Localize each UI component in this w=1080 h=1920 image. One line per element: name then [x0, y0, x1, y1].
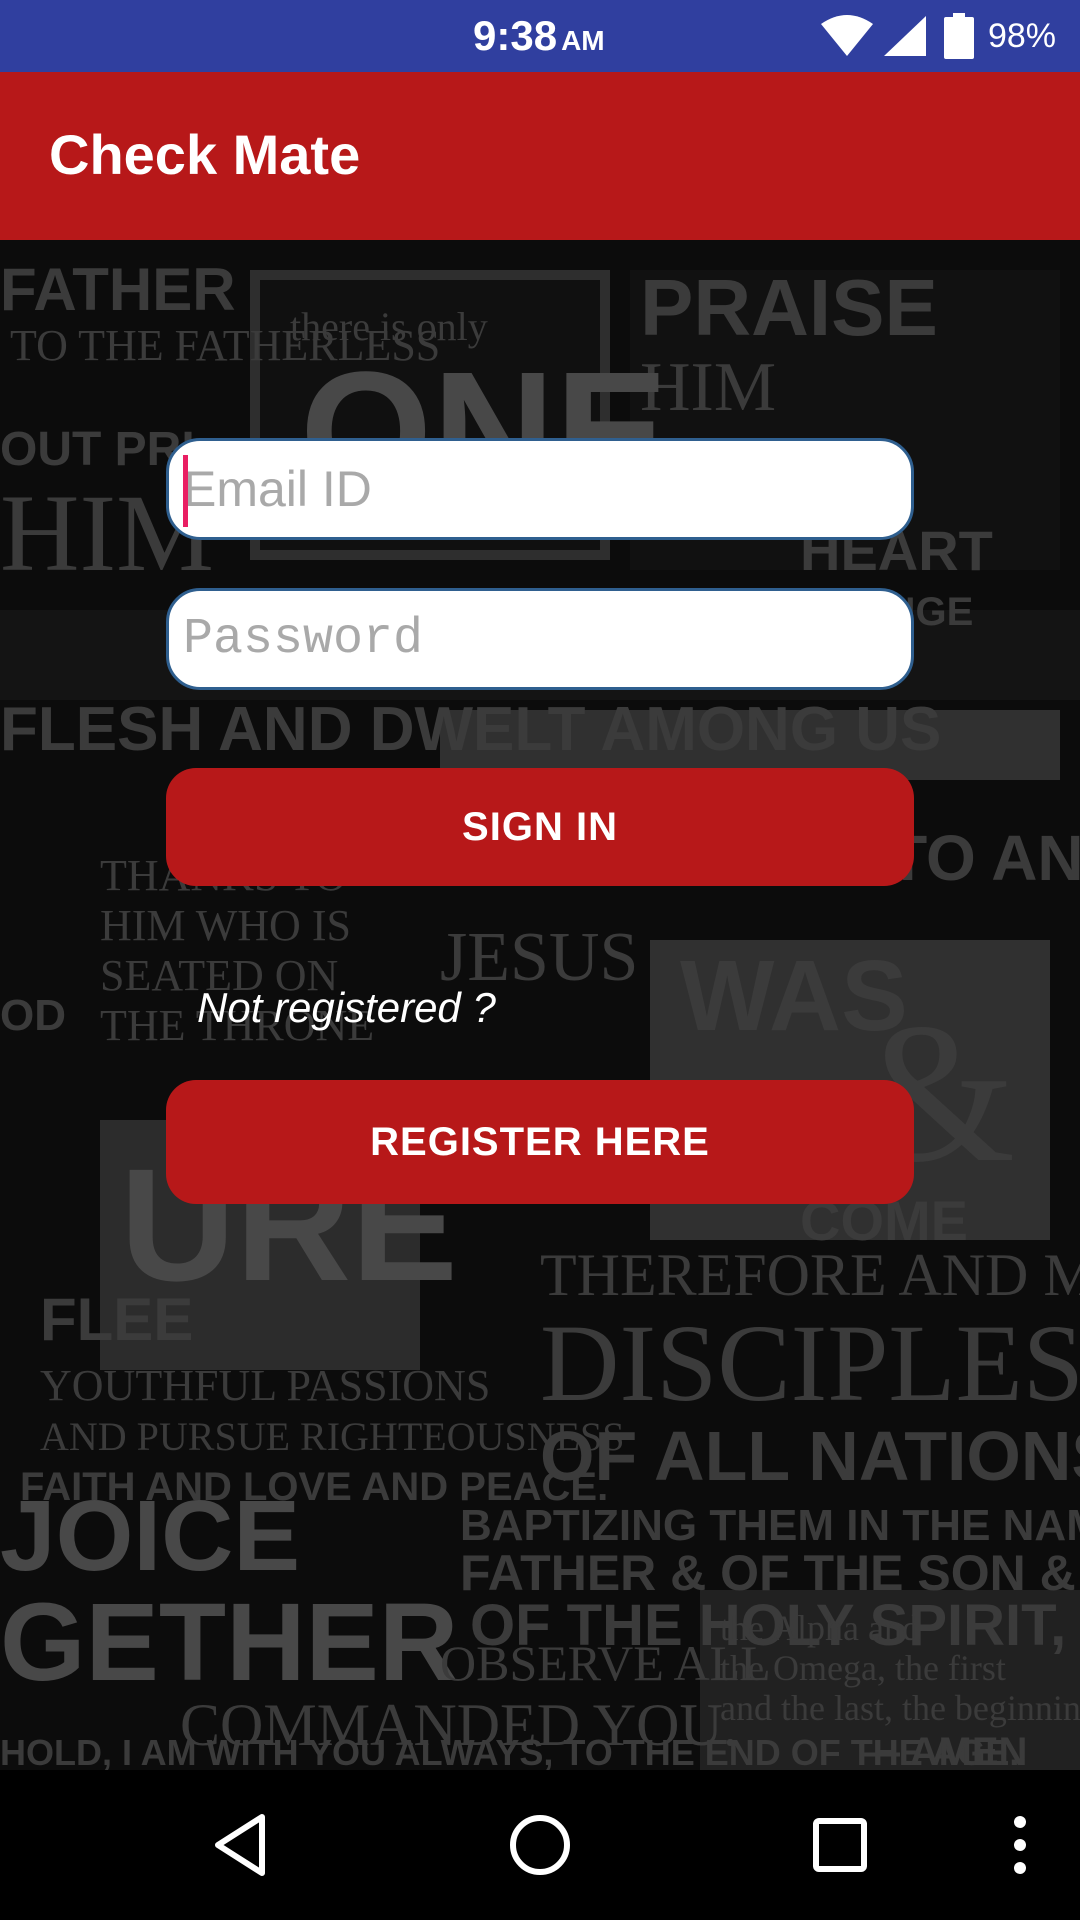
password-field[interactable]	[166, 588, 914, 690]
status-time-ampm: AM	[561, 25, 605, 56]
wifi-icon	[820, 15, 873, 56]
back-icon	[215, 1814, 265, 1876]
more-button[interactable]	[1000, 1770, 1040, 1920]
text-cursor	[183, 455, 188, 527]
home-button[interactable]	[490, 1770, 590, 1920]
back-button[interactable]	[190, 1770, 290, 1920]
email-field[interactable]	[166, 438, 914, 540]
app-bar: Check Mate	[0, 72, 1080, 240]
status-icons: 98%	[820, 13, 1056, 59]
recents-icon	[813, 1818, 867, 1872]
battery-icon	[943, 13, 974, 59]
home-icon	[510, 1815, 570, 1875]
navigation-bar	[0, 1770, 1080, 1920]
battery-percent: 98%	[987, 16, 1056, 55]
sign-in-button[interactable]: SIGN IN	[166, 768, 914, 886]
email-input[interactable]	[169, 441, 911, 537]
app-title: Check Mate	[49, 123, 361, 186]
signal-icon	[883, 16, 926, 56]
password-input[interactable]	[169, 591, 911, 687]
recents-button[interactable]	[790, 1770, 890, 1920]
status-bar: 9:38 AM 98%	[0, 0, 1080, 72]
status-time: 9:38 AM	[473, 12, 605, 60]
register-button[interactable]: REGISTER HERE	[166, 1080, 914, 1204]
not-registered-label: Not registered ?	[197, 984, 496, 1031]
more-icon	[1014, 1816, 1026, 1874]
status-time-value: 9:38	[473, 12, 558, 59]
